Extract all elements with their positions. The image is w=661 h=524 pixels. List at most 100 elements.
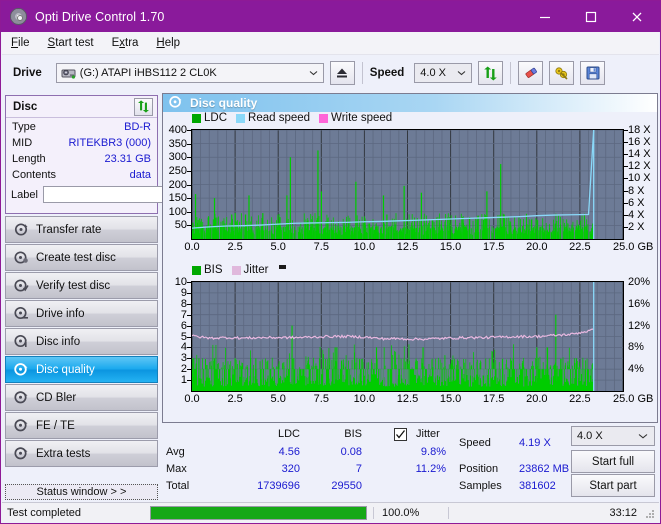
sidebar-item-label: Drive info bbox=[36, 307, 85, 320]
start-part-button[interactable]: Start part bbox=[571, 474, 655, 497]
legend-label-read-speed: Read speed bbox=[248, 112, 311, 124]
progress-bar bbox=[150, 505, 367, 520]
y2-tick-mark bbox=[624, 142, 628, 144]
y2-tick-mark bbox=[624, 214, 628, 216]
drive-select[interactable]: (G:) ATAPI iHBS112 2 CL0K bbox=[55, 63, 324, 83]
x-tick-label: 22.5 bbox=[569, 393, 591, 405]
elapsed-time: 33:12 bbox=[448, 506, 659, 519]
disc-quality-icon bbox=[13, 362, 29, 378]
menu-file[interactable]: File bbox=[2, 35, 39, 51]
refresh-button[interactable] bbox=[478, 61, 504, 85]
legend-label-write-speed: Write speed bbox=[331, 112, 393, 124]
x-tick-label: 15.0 bbox=[439, 241, 462, 253]
sidebar-item-create-test-disc[interactable]: Create test disc bbox=[5, 244, 158, 271]
y-tick-label: 100 bbox=[168, 205, 187, 218]
y2-tick-mark bbox=[624, 154, 628, 156]
x-tick-label: 22.5 bbox=[569, 241, 591, 253]
menu-start-test[interactable]: Start test bbox=[39, 35, 103, 51]
erase-button[interactable] bbox=[518, 61, 544, 85]
menu-bar: File Start test Extra Help bbox=[2, 32, 659, 55]
speed-select[interactable]: 4.0 X bbox=[414, 63, 473, 83]
menu-help[interactable]: Help bbox=[147, 35, 189, 51]
y-tick-label: 350 bbox=[168, 137, 187, 150]
y2-tick-mark bbox=[624, 130, 628, 131]
stats-position-value: 23862 MB bbox=[519, 463, 570, 475]
sidebar-item-cd-bler[interactable]: CD Bler bbox=[5, 384, 158, 411]
sidebar-item-transfer-rate[interactable]: Transfer rate bbox=[5, 216, 158, 243]
eject-button[interactable] bbox=[329, 61, 355, 85]
eraser-icon bbox=[525, 67, 537, 78]
y-tick-mark bbox=[187, 336, 191, 338]
stats-ldc-total: 1739696 bbox=[257, 480, 300, 492]
legend-label-bis: BIS bbox=[204, 264, 223, 276]
minimize-button[interactable] bbox=[522, 1, 568, 32]
status-message: Test completed bbox=[7, 506, 81, 519]
status-bar: Test completed 100.0% 33:12 bbox=[2, 502, 659, 522]
legend-swatch-bis bbox=[192, 265, 201, 275]
sidebar-item-disc-quality[interactable]: Disc quality bbox=[5, 356, 158, 383]
stats-col-ldc: LDC bbox=[277, 428, 300, 440]
x-tick-label: 12.5 bbox=[396, 241, 419, 253]
stats-row-max: Max bbox=[166, 463, 187, 475]
x-tick-label: 17.5 bbox=[482, 241, 505, 253]
disc-row-type-value: BD-R bbox=[124, 120, 151, 133]
y-tick-label: 150 bbox=[168, 192, 187, 205]
y-tick-mark bbox=[187, 282, 191, 283]
y2-tick-label: 8% bbox=[628, 341, 644, 354]
sidebar-item-label: Disc info bbox=[36, 335, 81, 348]
window-title: Opti Drive Control 1.70 bbox=[35, 9, 165, 24]
sidebar-item-fe-te[interactable]: FE / TE bbox=[5, 412, 158, 439]
y-tick-mark bbox=[187, 303, 191, 305]
tools-button[interactable] bbox=[549, 61, 575, 85]
jitter-checkbox[interactable] bbox=[394, 428, 407, 441]
y-tick-mark bbox=[187, 211, 191, 213]
menu-help-label: elp bbox=[164, 37, 181, 49]
menu-extra[interactable]: Extra bbox=[103, 35, 148, 51]
x-tick-label: 5.0 bbox=[270, 241, 286, 253]
menu-file-label: ile bbox=[18, 37, 30, 49]
legend-swatch-write-speed bbox=[319, 113, 329, 123]
stats-samples-value: 381602 bbox=[519, 480, 556, 492]
y-tick-mark bbox=[187, 325, 191, 327]
disc-write-icon bbox=[13, 250, 29, 266]
sidebar-item-drive-info[interactable]: Drive info bbox=[5, 300, 158, 327]
start-full-button[interactable]: Start full bbox=[571, 450, 655, 473]
sidebar-item-label: FE / TE bbox=[36, 419, 75, 432]
y2-tick-label: 10 X bbox=[628, 172, 651, 185]
sidebar-item-extra-tests[interactable]: Extra tests bbox=[5, 440, 158, 467]
disc-row-contents-key: Contents bbox=[12, 168, 57, 181]
y2-tick-label: 18 X bbox=[628, 124, 651, 136]
y-tick-mark bbox=[187, 225, 191, 227]
y2-tick-mark bbox=[624, 202, 628, 204]
save-button[interactable] bbox=[580, 61, 606, 85]
legend-item-write-speed: Write speed bbox=[319, 112, 392, 124]
stats-ldc-max: 320 bbox=[281, 463, 300, 475]
status-window-button[interactable]: Status window > > bbox=[5, 484, 158, 500]
test-speed-select[interactable]: 4.0 X bbox=[571, 426, 655, 446]
y2-tick-label: 16 X bbox=[628, 136, 651, 149]
drive-info-icon bbox=[13, 306, 29, 322]
close-button[interactable] bbox=[614, 1, 660, 32]
stats-samples-label: Samples bbox=[459, 480, 502, 492]
y-tick-mark bbox=[187, 143, 191, 145]
eject-icon bbox=[337, 68, 348, 78]
x-tick-label: 20.0 bbox=[526, 393, 548, 405]
sidebar-item-disc-info[interactable]: Disc info bbox=[5, 328, 158, 355]
y-tick-mark bbox=[187, 130, 191, 131]
y2-tick-mark bbox=[624, 226, 628, 228]
sidebar-nav: Transfer rate Create test disc Verify te… bbox=[5, 216, 158, 468]
x-tick-label: 7.5 bbox=[313, 393, 329, 405]
disc-row-type: Type BD-R bbox=[6, 119, 157, 134]
sidebar-item-verify-test-disc[interactable]: Verify test disc bbox=[5, 272, 158, 299]
maximize-button[interactable] bbox=[568, 1, 614, 32]
ldc-plot-svg bbox=[192, 130, 623, 239]
sidebar-item-label: Create test disc bbox=[36, 251, 116, 264]
drive-label: Drive bbox=[13, 67, 42, 79]
y-tick-mark bbox=[187, 369, 191, 371]
drive-value: (G:) ATAPI iHBS112 2 CL0K bbox=[79, 67, 217, 79]
disc-panel-title: Disc bbox=[13, 100, 38, 113]
y-tick-label: 400 bbox=[168, 124, 187, 136]
disc-refresh-button[interactable] bbox=[134, 97, 153, 116]
resize-grip[interactable] bbox=[644, 508, 656, 520]
y2-tick-label: 14 X bbox=[628, 148, 651, 161]
